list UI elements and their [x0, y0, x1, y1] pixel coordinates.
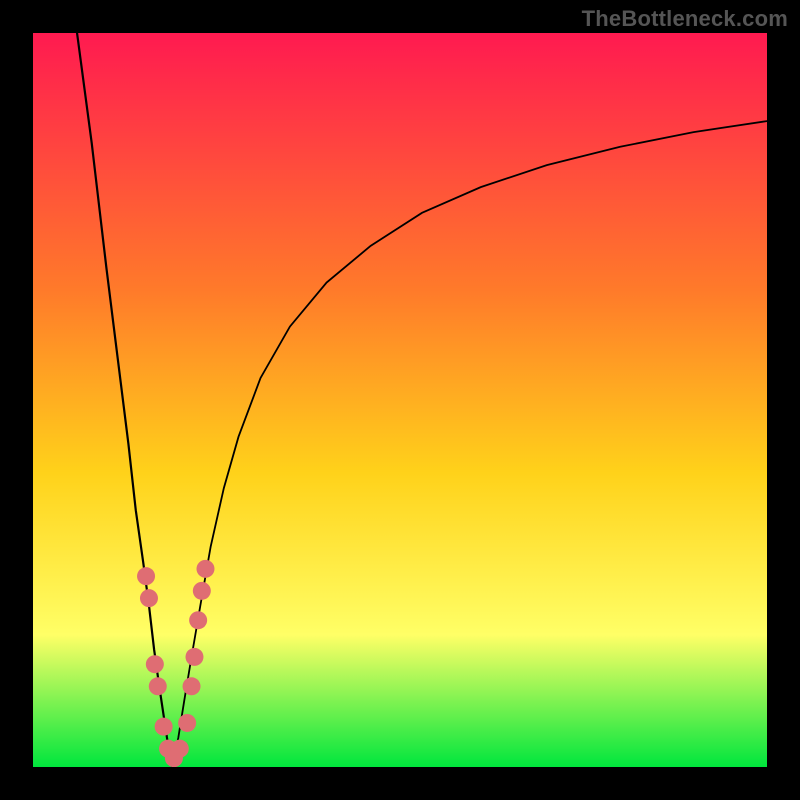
marker-dot: [196, 560, 214, 578]
marker-dot: [155, 718, 173, 736]
chart-svg: [33, 33, 767, 767]
marker-dot: [183, 677, 201, 695]
marker-dot: [171, 740, 189, 758]
chart-plot-area: [33, 33, 767, 767]
marker-dot: [178, 714, 196, 732]
watermark-text: TheBottleneck.com: [582, 6, 788, 32]
marker-dot: [146, 655, 164, 673]
marker-dot: [193, 582, 211, 600]
marker-dot: [149, 677, 167, 695]
marker-dot: [185, 648, 203, 666]
marker-dot: [140, 589, 158, 607]
marker-dot: [137, 567, 155, 585]
marker-dot: [189, 611, 207, 629]
gradient-background: [33, 33, 767, 767]
